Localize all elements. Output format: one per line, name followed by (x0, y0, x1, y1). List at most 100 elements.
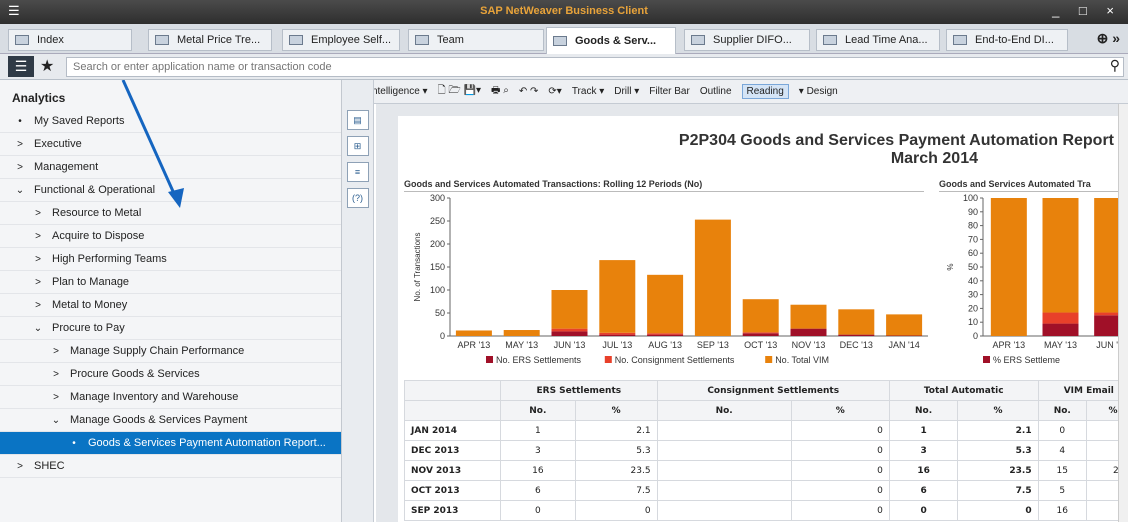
design-button[interactable]: ▾ Design (799, 86, 838, 97)
y-tick-label: 0 (973, 331, 978, 341)
legend-label: % ERS Settleme (993, 355, 1060, 365)
table-sub-header: % (957, 400, 1039, 421)
nav-item-label: Executive (34, 138, 82, 150)
x-tick-label: JUL '13 (602, 340, 632, 350)
bar-segment (742, 299, 779, 333)
table-cell: 0 (574, 500, 658, 521)
tab-index[interactable]: Index (8, 29, 132, 51)
y-tick-label: 10 (968, 317, 978, 327)
print-find-icon[interactable]: 🖶 ⌕ (491, 83, 509, 100)
nav-item[interactable]: > Manage Supply Chain Performance (0, 340, 341, 363)
nav-item[interactable]: ⌄ Manage Goods & Services Payment (0, 409, 341, 432)
nav-item[interactable]: > High Performing Teams (0, 248, 341, 271)
chart1: 0 50 100 150 200 250 300 No. of Transactions APR… (413, 193, 928, 365)
bar-segment (790, 328, 827, 336)
x-tick-label: JAN '14 (888, 340, 919, 350)
search-input[interactable] (66, 57, 1124, 77)
tab-employee-self[interactable]: Employee Self... (282, 29, 400, 51)
nav-item[interactable]: > Acquire to Dispose (0, 225, 341, 248)
variables-icon[interactable]: ≡ (346, 162, 369, 182)
tab-label: End-to-End DI... (975, 34, 1054, 46)
table-cell: 23.5 (574, 460, 658, 481)
table-row: DEC 201335.3035.347.0 (404, 440, 1128, 461)
table-cell: 0 (790, 440, 890, 461)
menu-icon[interactable]: ☰ (8, 56, 34, 77)
nav-item[interactable]: > Metal to Money (0, 294, 341, 317)
nav-item-label: Manage Inventory and Warehouse (70, 391, 239, 403)
bar-segment (886, 314, 923, 336)
refresh-icon[interactable]: ⟳▾ (548, 86, 561, 97)
y-tick-label: 80 (968, 221, 978, 231)
expand-marker-icon: > (35, 230, 41, 242)
y-tick-label: 100 (430, 285, 445, 295)
prompt-icon[interactable]: (?) (346, 188, 369, 208)
nav-item-label: Management (34, 161, 99, 173)
nav-item[interactable]: > Manage Inventory and Warehouse (0, 386, 341, 409)
more-tabs-icon[interactable]: ⊕ » (1097, 30, 1120, 47)
file-tools-icon[interactable]: 🗋 🗁 💾▾ (438, 83, 481, 100)
table-cell: 0 (790, 500, 890, 521)
window-title-bar: ☰ SAP NetWeaver Business Client _ □ × (0, 0, 1128, 24)
tab-goods-services[interactable]: Goods & Serv... (546, 27, 676, 54)
data-table: ERS Settlements Consignment Settlements To… (404, 380, 1128, 521)
tab-team[interactable]: Team (408, 29, 544, 51)
bar-segment (551, 290, 588, 329)
table-group-header: VIM Email (1037, 380, 1128, 401)
report-toolbar: Web Intelligence ▾ 🗋 🗁 💾▾ 🖶 ⌕ ↶ ↷ ⟳▾ Tra… (342, 80, 1128, 104)
x-tick-label: DEC '13 (840, 340, 873, 350)
chart2: 0102030405060708090100%APR '13 MAY '13 JUN… (946, 193, 1128, 365)
y-tick-label: 150 (430, 262, 445, 272)
y-tick-label: 70 (968, 234, 978, 244)
window-title: SAP NetWeaver Business Client (480, 5, 648, 17)
table-cell: 7.5 (574, 480, 658, 501)
vertical-scrollbar[interactable] (1118, 104, 1128, 522)
window-controls[interactable]: _ □ × (1052, 3, 1122, 18)
table-cell: 15 (1037, 460, 1087, 481)
bar-segment (551, 331, 588, 336)
chart1-title: Goods and Services Automated Transaction… (404, 179, 703, 189)
track-button[interactable]: Track ▾ (572, 86, 604, 97)
nav-item[interactable]: > Plan to Manage (0, 271, 341, 294)
table-cell: 16 (1037, 500, 1087, 521)
nav-item-label: Manage Supply Chain Performance (70, 345, 245, 357)
side-rail: ▤ ⊞ ≡ (?) (342, 80, 374, 522)
table-row: NOV 20131623.501623.51522.1 (404, 460, 1128, 481)
drill-button[interactable]: Drill ▾ (614, 86, 639, 97)
expand-marker-icon: ⌄ (33, 322, 43, 334)
filter-bar-button[interactable]: Filter Bar (649, 86, 690, 97)
tab-lead-time[interactable]: Lead Time Ana... (816, 29, 940, 51)
document-icon[interactable]: ▤ (346, 110, 369, 130)
nav-item[interactable]: • Goods & Services Payment Automation Rep… (0, 432, 341, 455)
bar-segment (1042, 198, 1079, 313)
bar-segment (694, 219, 731, 336)
nav-item-label: Procure to Pay (52, 322, 125, 334)
y-tick-label: 100 (963, 193, 978, 203)
y-tick-label: 90 (968, 207, 978, 217)
tab-end-to-end[interactable]: End-to-End DI... (946, 29, 1068, 51)
expand-marker-icon: > (53, 368, 59, 380)
row-label: OCT 2013 (404, 480, 501, 501)
favorites-star-icon[interactable]: ★ (40, 56, 54, 76)
table-group-header: Total Automatic (888, 380, 1039, 401)
tab-supplier-difo[interactable]: Supplier DIFO... (684, 29, 810, 51)
expand-marker-icon: ⌄ (15, 184, 25, 196)
tab-metal-price[interactable]: Metal Price Tre... (148, 29, 272, 51)
nav-item[interactable]: > SHEC (0, 455, 341, 478)
undo-redo-icon[interactable]: ↶ ↷ (519, 86, 539, 97)
bar-segment (1042, 323, 1079, 336)
expand-marker-icon: > (35, 299, 41, 311)
bar-segment (990, 198, 1027, 336)
y-tick-label: 0 (440, 331, 445, 341)
table-cell (656, 500, 792, 521)
nav-item[interactable]: > Procure Goods & Services (0, 363, 341, 386)
reading-button[interactable]: Reading (741, 84, 789, 99)
outline-button[interactable]: Outline (700, 86, 732, 97)
structure-icon[interactable]: ⊞ (346, 136, 369, 156)
search-icon[interactable]: ⚲ (1110, 57, 1120, 74)
nav-item[interactable]: ⌄ Procure to Pay (0, 317, 341, 340)
table-cell (656, 440, 792, 461)
legend-label: No. Total VIM (775, 355, 829, 365)
table-sub-header: No. (500, 400, 576, 421)
legend-swatch (486, 356, 493, 363)
expand-marker-icon: > (53, 345, 59, 357)
